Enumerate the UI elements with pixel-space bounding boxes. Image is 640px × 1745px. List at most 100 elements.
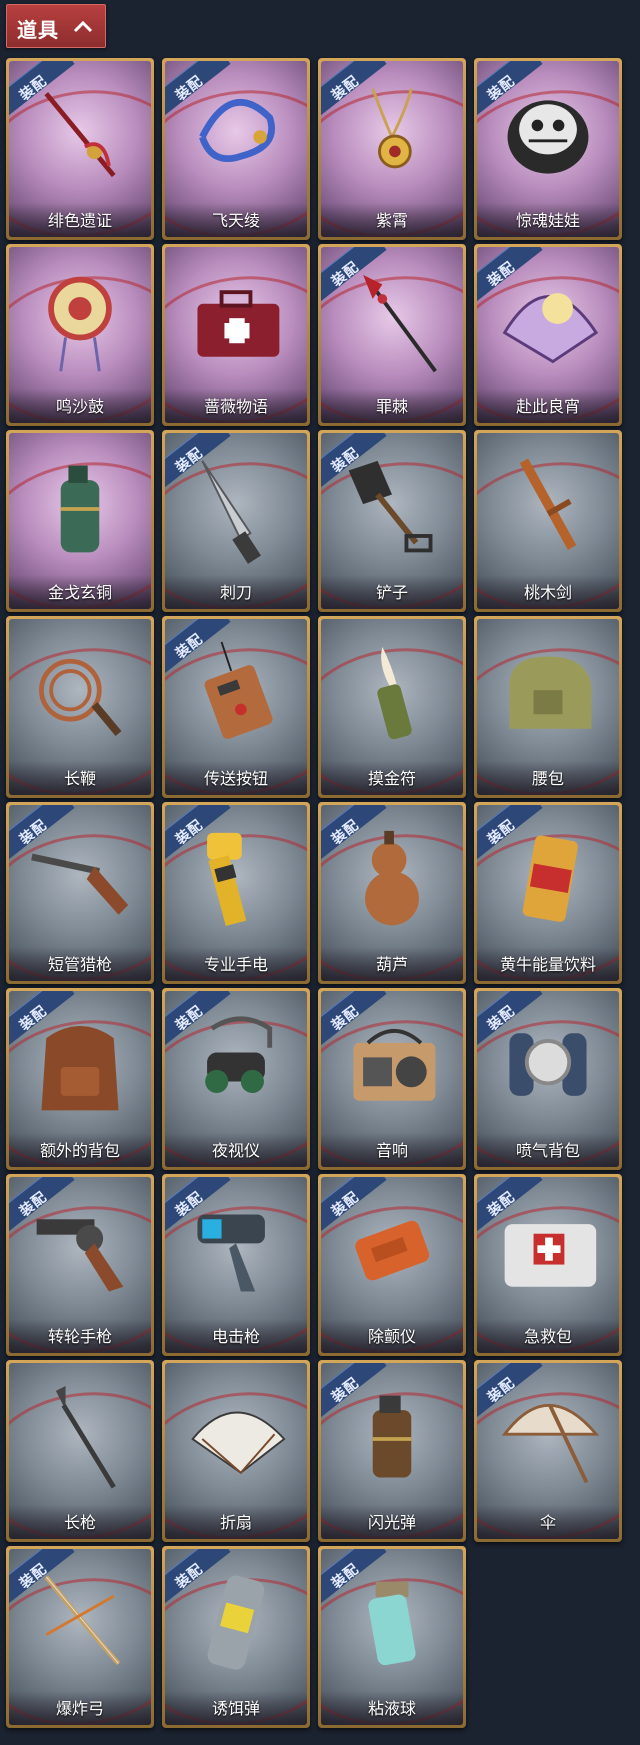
item-name: 黄牛能量饮料 <box>499 955 596 974</box>
grenade-icon <box>27 451 133 567</box>
item-card[interactable]: 诱饵弹 装配 <box>162 1546 310 1728</box>
item-card[interactable]: 粘液球 装配 <box>318 1546 466 1728</box>
radio-icon <box>339 1009 445 1125</box>
item-card[interactable]: 急救包 装配 <box>474 1174 622 1356</box>
item-name: 惊魂娃娃 <box>515 211 580 230</box>
can-icon <box>495 823 601 939</box>
item-name: 金戈玄铜 <box>47 583 112 602</box>
item-card[interactable]: 摸金符 <box>318 616 466 798</box>
item-card[interactable]: 喷气背包 装配 <box>474 988 622 1170</box>
item-card-background: 夜视仪 装配 <box>165 991 307 1167</box>
item-card-background: 铲子 装配 <box>321 433 463 609</box>
item-card-background: 电击枪 装配 <box>165 1177 307 1353</box>
item-card[interactable]: 专业手电 装配 <box>162 802 310 984</box>
pendant-icon <box>339 79 445 195</box>
item-name: 音响 <box>375 1141 408 1160</box>
knife-icon <box>183 451 289 567</box>
item-name: 鸣沙鼓 <box>55 397 104 416</box>
item-name: 刺刀 <box>219 583 252 602</box>
item-card[interactable]: 赴此良宵 装配 <box>474 244 622 426</box>
item-name: 紫霄 <box>375 211 408 230</box>
item-card[interactable]: 除颤仪 装配 <box>318 1174 466 1356</box>
item-card[interactable]: 黄牛能量饮料 装配 <box>474 802 622 984</box>
item-card[interactable]: 折扇 <box>162 1360 310 1542</box>
item-card-background: 专业手电 装配 <box>165 805 307 981</box>
item-card-background: 闪光弹 装配 <box>321 1363 463 1539</box>
bag-icon <box>495 637 601 753</box>
item-card[interactable]: 转轮手枪 装配 <box>6 1174 154 1356</box>
first-aid-icon <box>495 1195 601 1311</box>
item-name: 罪棘 <box>375 397 408 416</box>
item-card-background: 短管猎枪 装配 <box>9 805 151 981</box>
item-name: 电击枪 <box>211 1327 260 1346</box>
item-card[interactable]: 刺刀 装配 <box>162 430 310 612</box>
item-card[interactable]: 葫芦 装配 <box>318 802 466 984</box>
backpack-icon <box>27 1009 133 1125</box>
item-name: 喷气背包 <box>515 1141 580 1160</box>
decoy-icon <box>183 1567 289 1683</box>
item-name: 短管猎枪 <box>47 955 112 974</box>
item-name: 蔷薇物语 <box>203 397 268 416</box>
item-card-background: 额外的背包 装配 <box>9 991 151 1167</box>
shotgun-icon <box>27 823 133 939</box>
wooden-sword-icon <box>495 451 601 567</box>
item-card[interactable]: 闪光弹 装配 <box>318 1360 466 1542</box>
item-card-background: 飞天绫 装配 <box>165 61 307 237</box>
item-card[interactable]: 紫霄 装配 <box>318 58 466 240</box>
item-name: 夜视仪 <box>211 1141 260 1160</box>
item-name: 腰包 <box>531 769 564 788</box>
item-card[interactable]: 桃木剑 <box>474 430 622 612</box>
slime-ball-icon <box>339 1567 445 1683</box>
item-card-background: 伞装配 <box>477 1363 619 1539</box>
revolver-icon <box>27 1195 133 1311</box>
remote-icon <box>183 637 289 753</box>
item-name: 赴此良宵 <box>515 397 580 416</box>
item-card[interactable]: 电击枪 装配 <box>162 1174 310 1356</box>
item-name: 额外的背包 <box>39 1141 120 1160</box>
item-card-background: 诱饵弹 装配 <box>165 1549 307 1725</box>
item-name: 长鞭 <box>63 769 96 788</box>
item-card[interactable]: 金戈玄铜 <box>6 430 154 612</box>
item-card[interactable]: 惊魂娃娃 装配 <box>474 58 622 240</box>
item-card[interactable]: 绯色遗证 装配 <box>6 58 154 240</box>
item-card[interactable]: 飞天绫 装配 <box>162 58 310 240</box>
item-card[interactable]: 短管猎枪 装配 <box>6 802 154 984</box>
item-card[interactable]: 鸣沙鼓 <box>6 244 154 426</box>
item-card[interactable]: 长鞭 <box>6 616 154 798</box>
item-card[interactable]: 伞装配 <box>474 1360 622 1542</box>
item-name: 长枪 <box>63 1513 96 1532</box>
item-name: 伞 <box>539 1513 556 1532</box>
medkit-icon <box>183 265 289 381</box>
item-card[interactable]: 腰包 <box>474 616 622 798</box>
item-card-background: 粘液球 装配 <box>321 1549 463 1725</box>
item-card[interactable]: 蔷薇物语 <box>162 244 310 426</box>
item-card-background: 惊魂娃娃 装配 <box>477 61 619 237</box>
item-card[interactable]: 额外的背包 装配 <box>6 988 154 1170</box>
gourd-icon <box>339 823 445 939</box>
item-card[interactable]: 音响 装配 <box>318 988 466 1170</box>
item-card-background: 鸣沙鼓 <box>9 247 151 423</box>
long-spear-icon <box>27 1381 133 1497</box>
item-card-background: 长鞭 <box>9 619 151 795</box>
defibrillator-icon <box>339 1195 445 1311</box>
folding-fan-icon <box>183 1381 289 1497</box>
item-card-background: 紫霄 装配 <box>321 61 463 237</box>
item-card[interactable]: 长枪 <box>6 1360 154 1542</box>
item-card-background: 赴此良宵 装配 <box>477 247 619 423</box>
item-name: 传送按钮 <box>203 769 268 788</box>
item-card-background: 金戈玄铜 <box>9 433 151 609</box>
item-card-background: 绯色遗证 装配 <box>9 61 151 237</box>
talisman-icon <box>339 637 445 753</box>
item-card[interactable]: 铲子 装配 <box>318 430 466 612</box>
item-card-background: 传送按钮 装配 <box>165 619 307 795</box>
item-card[interactable]: 夜视仪 装配 <box>162 988 310 1170</box>
shovel-icon <box>339 451 445 567</box>
whip-icon <box>27 637 133 753</box>
flashlight-icon <box>183 823 289 939</box>
item-card-background: 转轮手枪 装配 <box>9 1177 151 1353</box>
item-card[interactable]: 传送按钮 装配 <box>162 616 310 798</box>
item-name: 闪光弹 <box>367 1513 416 1532</box>
sword-icon <box>27 79 133 195</box>
item-card[interactable]: 罪棘 装配 <box>318 244 466 426</box>
item-card[interactable]: 爆炸弓 装配 <box>6 1546 154 1728</box>
